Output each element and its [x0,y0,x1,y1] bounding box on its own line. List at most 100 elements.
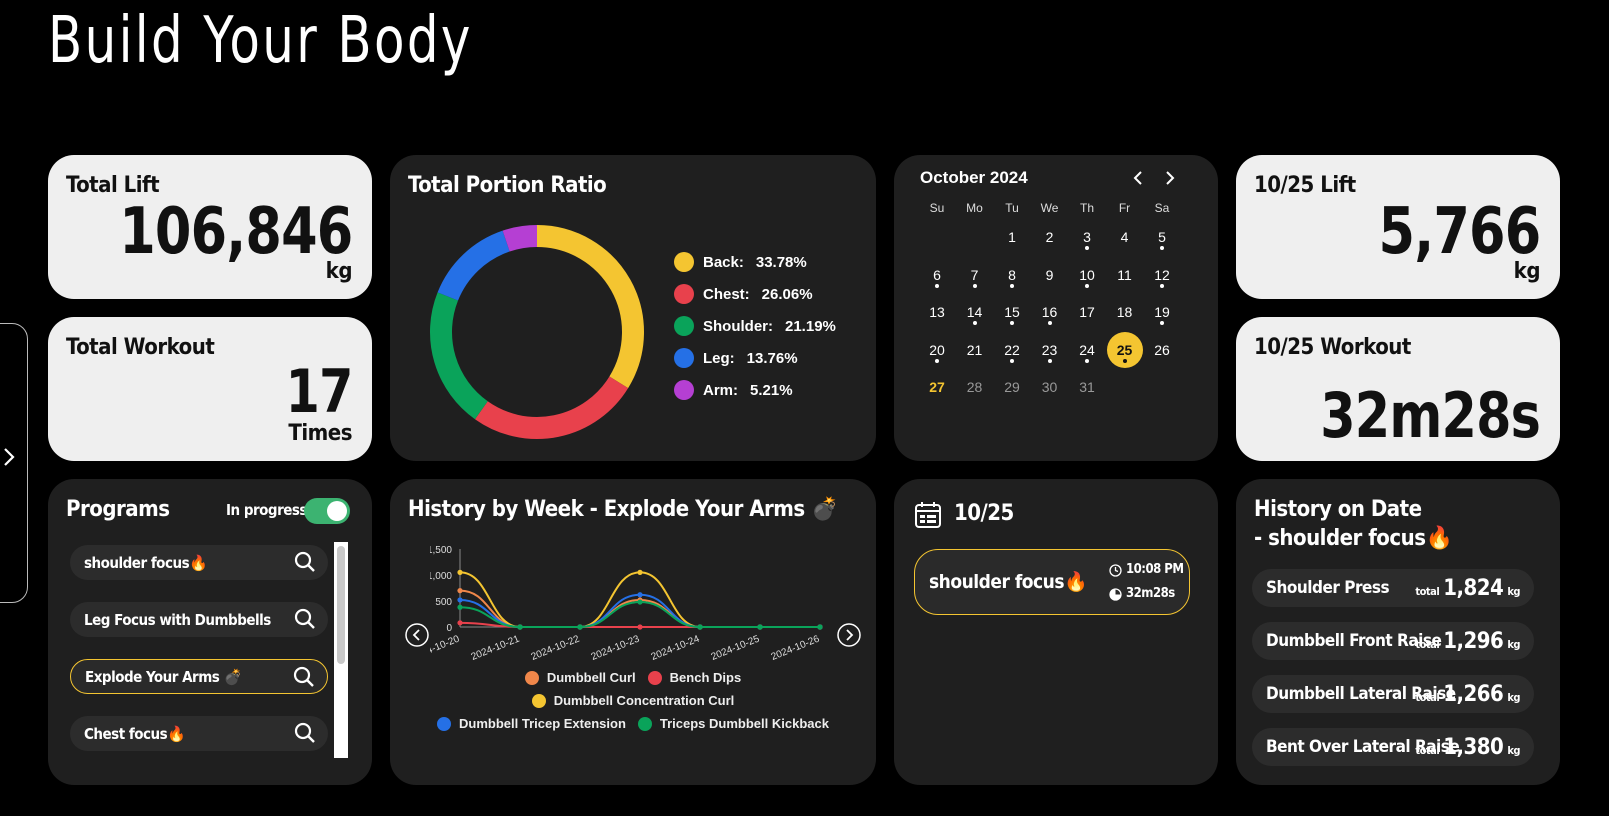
calendar-day[interactable]: 22 [994,332,1030,368]
chart-legend-item[interactable]: Bench Dips [647,670,741,685]
calendar-day-number: 30 [1041,379,1058,395]
data-point[interactable] [457,569,463,575]
weekday-label: Fr [1118,201,1131,215]
calendar-day[interactable]: 14 [957,294,993,330]
legend-dot [674,380,694,400]
calendar-day[interactable]: 12 [1144,257,1180,293]
workout-dot [1160,283,1164,288]
calendar-day-number: 7 [970,266,979,283]
program-item[interactable]: Explode Your Arms 💣 [70,659,328,694]
in-progress-toggle[interactable] [304,498,350,524]
calendar-day[interactable]: 20 [919,332,955,368]
next-month-icon[interactable] [1160,168,1180,188]
chart-legend-item[interactable]: Dumbbell Curl [524,670,636,685]
calendar-day-number: 27 [929,379,945,395]
calendar-day[interactable]: 10 [1069,257,1105,293]
total-value: 1,266 [1443,681,1504,707]
calendar-day[interactable]: 17 [1069,294,1105,330]
calendar-day[interactable]: 21 [957,332,993,368]
data-point[interactable] [517,624,523,630]
history-item[interactable]: Shoulder Press total 1,824 kg [1252,569,1534,607]
legend-name: Arm: [703,381,739,399]
data-point[interactable] [457,620,463,626]
calendar-day[interactable]: 8 [994,257,1030,293]
legend-dot [531,693,546,708]
calendar-day[interactable]: 11 [1107,257,1143,293]
chart-legend-item[interactable]: Dumbbell Concentration Curl [531,693,734,708]
chevron-right-icon[interactable] [2,446,16,468]
total-word: total [1415,743,1440,757]
day-workout-time: 10:08 PM [1126,562,1184,577]
calendar-day[interactable]: 28 [957,369,993,405]
donut-slice-4 [502,225,538,252]
history-item[interactable]: Bent Over Lateral Raise total 1,380 kg [1252,728,1534,766]
history-date-title: History on Date [1254,497,1422,522]
calendar-day[interactable]: 7 [957,257,993,293]
calendar-day[interactable]: 16 [1032,294,1068,330]
program-item[interactable]: Leg Focus with Dumbbells [70,602,328,637]
program-item[interactable]: shoulder focus🔥 [70,545,328,580]
prev-month-icon[interactable] [1128,168,1148,188]
chart-legend-item[interactable]: Dumbbell Tricep Extension [437,716,626,731]
data-point[interactable] [697,624,703,630]
data-point[interactable] [457,604,463,610]
calendar-day[interactable]: 18 [1107,294,1143,330]
chart-legend-row: Dumbbell Concentration Curl [390,693,876,708]
data-point[interactable] [817,624,823,630]
workout-dot [935,358,939,363]
calendar-day[interactable]: 19 [1144,294,1180,330]
calendar-day[interactable]: 2 [1032,219,1068,255]
calendar-day[interactable]: 3 [1069,219,1105,255]
portion-legend-item: Leg: 13.76% [674,348,798,368]
calendar-day[interactable]: 5 [1144,219,1180,255]
calendar-day[interactable]: 27 [919,369,955,405]
day-lift-value: 5,766 [1378,195,1541,269]
data-point[interactable] [637,599,643,605]
calendar-day[interactable]: 25 [1106,331,1143,368]
calendar-day[interactable]: 9 [1032,257,1068,293]
history-item[interactable]: Dumbbell Lateral Raise total 1,266 kg [1252,675,1534,713]
scrollbar-thumb[interactable] [337,546,345,664]
data-point[interactable] [457,597,463,603]
data-point[interactable] [637,592,643,598]
data-point[interactable] [577,624,583,630]
day-workout-program: shoulder focus🔥 [929,571,1088,593]
workout-dot [1122,358,1127,363]
calendar-day[interactable]: 26 [1144,332,1180,368]
history-item[interactable]: Dumbbell Front Raise total 1,296 kg [1252,622,1534,660]
chart-legend-item[interactable]: Triceps Dumbbell Kickback [637,716,829,731]
calendar-day[interactable]: 30 [1032,369,1068,405]
chart-prev-icon[interactable] [404,622,430,648]
calendar-day[interactable]: 23 [1032,332,1068,368]
calendar-day[interactable]: 1 [994,219,1030,255]
x-tick-label: 2024-10-22 [530,633,582,663]
calendar-day[interactable]: 31 [1069,369,1105,405]
day-workout-entry[interactable]: shoulder focus🔥 10:08 PM 32m28s [914,549,1190,615]
calendar-day[interactable]: 24 [1069,332,1105,368]
legend-name: Back: [703,253,744,271]
search-icon[interactable] [293,666,315,688]
day-workout-card: 10/25 Workout 32m28s [1236,317,1560,461]
workout-dot [972,321,977,325]
data-point[interactable] [637,569,643,575]
program-item[interactable]: Chest focus🔥 [70,716,328,751]
data-point[interactable] [637,624,643,630]
calendar-day[interactable]: 29 [994,369,1030,405]
weekday-label: Tu [1005,201,1019,215]
donut-slice-2 [430,292,489,420]
search-icon[interactable] [294,551,316,573]
workout-dot [935,283,939,288]
portion-legend-item: Shoulder: 21.19% [674,316,836,336]
search-icon[interactable] [294,722,316,744]
clock-icon [1109,564,1122,577]
program-list-scrollbar[interactable] [334,542,348,758]
calendar-day[interactable]: 4 [1107,219,1143,255]
search-icon[interactable] [294,608,316,630]
calendar-day[interactable]: 6 [919,257,955,293]
data-point[interactable] [757,624,763,630]
legend-dot [637,716,652,731]
calendar-day[interactable]: 13 [919,294,955,330]
calendar-day[interactable]: 15 [994,294,1030,330]
data-point[interactable] [457,588,463,594]
legend-pct: 5.21% [750,381,793,399]
